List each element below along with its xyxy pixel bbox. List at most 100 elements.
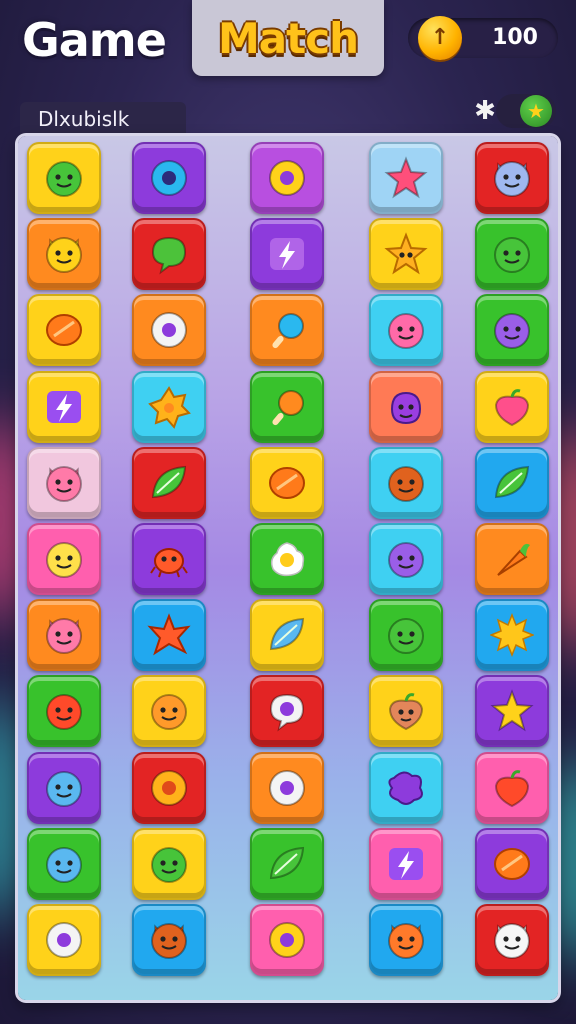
board-tile[interactable]: [475, 675, 549, 747]
board-tile[interactable]: [475, 828, 549, 900]
panel-label-tab: Dlxubislk: [20, 102, 186, 136]
blue-cat-face-icon: [490, 156, 534, 200]
board-tile[interactable]: [132, 675, 206, 747]
title-tab: Match: [192, 0, 384, 76]
board-tile[interactable]: [250, 904, 324, 976]
board-tile[interactable]: [27, 523, 101, 595]
brown-apple-face-icon: [384, 689, 428, 733]
game-title-right: Match: [217, 14, 359, 63]
purple-monster-icon: [384, 385, 428, 429]
board-tile[interactable]: [27, 828, 101, 900]
board-tile[interactable]: [250, 447, 324, 519]
coin-counter[interactable]: ↑ 100: [408, 16, 558, 60]
carrot-icon: [490, 537, 534, 581]
orange-donut-face-icon: [147, 766, 191, 810]
board-tile[interactable]: [250, 675, 324, 747]
board-tile[interactable]: [369, 523, 443, 595]
board-tile[interactable]: [132, 447, 206, 519]
coin-count: 100: [492, 25, 538, 50]
board-tile[interactable]: [250, 523, 324, 595]
yellow-cloud-face-icon: [42, 537, 86, 581]
board-tile[interactable]: [475, 599, 549, 671]
red-blob-icon: [42, 689, 86, 733]
yellow-ring-icon: [265, 918, 309, 962]
pink-smiley-icon: [384, 308, 428, 352]
pink-strawberry-icon: [490, 385, 534, 429]
board-tile[interactable]: [27, 752, 101, 824]
board-tile[interactable]: [369, 752, 443, 824]
board-tile[interactable]: [475, 218, 549, 290]
green-blob-face-icon: [42, 156, 86, 200]
board-tile[interactable]: [369, 218, 443, 290]
board-tile[interactable]: [369, 371, 443, 443]
yellow-bear-face-icon: [42, 232, 86, 276]
game-board: [18, 136, 558, 1000]
board-tile[interactable]: [250, 752, 324, 824]
board-tile[interactable]: [475, 371, 549, 443]
coin-icon: ↑: [418, 16, 462, 60]
board-tile[interactable]: [132, 904, 206, 976]
board-tile[interactable]: [250, 828, 324, 900]
orange-flower-icon: [147, 385, 191, 429]
board-tile[interactable]: [475, 904, 549, 976]
blue-drop-face-icon: [42, 766, 86, 810]
board-tile[interactable]: [250, 371, 324, 443]
green-leaf-icon: [265, 842, 309, 886]
board-tile[interactable]: [369, 675, 443, 747]
board-tile[interactable]: [27, 599, 101, 671]
purple-cloud-face-icon: [384, 537, 428, 581]
yellow-star-icon: [490, 689, 534, 733]
board-tile[interactable]: [132, 371, 206, 443]
red-bug-icon: [147, 537, 191, 581]
board-tile[interactable]: [132, 828, 206, 900]
board-tile[interactable]: [250, 142, 324, 214]
blue-lollipop-icon: [265, 308, 309, 352]
orange-candy-icon: [42, 308, 86, 352]
lightning-bolt-icon: [265, 232, 309, 276]
purple-ring-icon: [147, 308, 191, 352]
board-tile[interactable]: [27, 904, 101, 976]
purple-ring-icon: [42, 918, 86, 962]
pink-star-icon: [384, 156, 428, 200]
board-tile[interactable]: [132, 752, 206, 824]
board-tile[interactable]: [27, 294, 101, 366]
board-tile[interactable]: [475, 294, 549, 366]
board-tile[interactable]: [369, 828, 443, 900]
orange-cat-face-icon: [384, 918, 428, 962]
board-tile[interactable]: [475, 523, 549, 595]
board-tile[interactable]: [27, 142, 101, 214]
board-tile[interactable]: [250, 599, 324, 671]
board-tile[interactable]: [27, 447, 101, 519]
board-tile[interactable]: [27, 218, 101, 290]
board-tile[interactable]: [132, 599, 206, 671]
board-tile[interactable]: [132, 294, 206, 366]
board-tile[interactable]: [369, 447, 443, 519]
board-tile[interactable]: [132, 142, 206, 214]
board-tile[interactable]: [132, 218, 206, 290]
board-tile[interactable]: [369, 599, 443, 671]
purple-bolt-icon: [384, 842, 428, 886]
board-tile[interactable]: [369, 142, 443, 214]
star-icon: ★: [520, 95, 552, 127]
fried-egg-icon: [265, 537, 309, 581]
brown-face-icon: [384, 461, 428, 505]
purple-chat-bubble-icon: [265, 689, 309, 733]
orange-candy-icon: [265, 461, 309, 505]
board-tile[interactable]: [475, 142, 549, 214]
board-tile[interactable]: [369, 294, 443, 366]
board-tile[interactable]: [475, 447, 549, 519]
board-tile[interactable]: [27, 371, 101, 443]
game-title-left: Game: [22, 13, 167, 67]
board-tile[interactable]: [475, 752, 549, 824]
board-tile[interactable]: [27, 675, 101, 747]
yellow-sun-icon: [490, 613, 534, 657]
board-tile[interactable]: [250, 294, 324, 366]
star-button[interactable]: ★: [496, 94, 556, 128]
board-tile[interactable]: [132, 523, 206, 595]
green-leaf-icon: [147, 461, 191, 505]
board-tile[interactable]: [250, 218, 324, 290]
orange-star-face-icon: [384, 232, 428, 276]
orange-candy-icon: [490, 842, 534, 886]
red-tomato-icon: [490, 766, 534, 810]
board-tile[interactable]: [369, 904, 443, 976]
